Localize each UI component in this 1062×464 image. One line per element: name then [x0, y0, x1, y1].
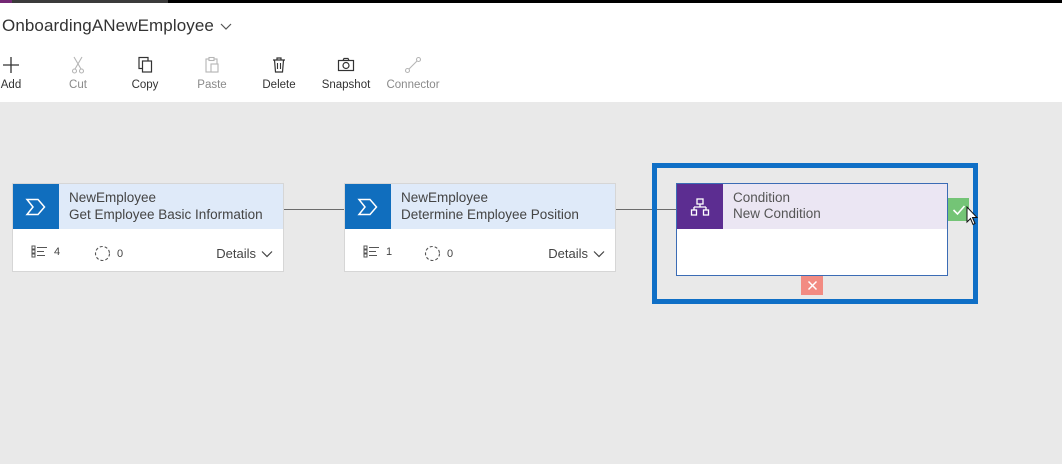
stage-card[interactable]: NewEmployee Determine Employee Position … — [344, 183, 616, 272]
condition-icon-box — [677, 184, 723, 229]
chevron-down-icon — [220, 23, 232, 30]
close-icon — [807, 280, 817, 291]
stage-header: NewEmployee Get Employee Basic Informati… — [13, 184, 283, 229]
details-toggle[interactable]: Details — [548, 246, 605, 261]
stage-name: Get Employee Basic Information — [69, 207, 263, 222]
process-title-dropdown[interactable]: OnboardingANewEmployee — [2, 16, 233, 36]
connector-icon — [404, 56, 422, 74]
add-label: Add — [0, 79, 22, 91]
trash-icon — [270, 56, 288, 74]
chevron-down-icon — [261, 250, 273, 257]
connector-label: Connector — [386, 79, 440, 91]
chevron-stage-icon — [25, 198, 46, 215]
mouse-cursor-icon — [966, 206, 978, 226]
steps-list-icon — [363, 245, 379, 258]
stage-connector-line — [283, 209, 345, 210]
camera-icon — [337, 56, 355, 74]
details-toggle[interactable]: Details — [216, 246, 273, 261]
stage-header: NewEmployee Determine Employee Position — [345, 184, 615, 229]
delete-button[interactable]: Delete — [249, 56, 309, 91]
copy-button[interactable]: Copy — [115, 56, 175, 91]
chevron-stage-icon — [357, 198, 378, 215]
copy-label: Copy — [131, 79, 159, 91]
stage-icon — [345, 184, 391, 229]
stage-footer: 4 0 Details — [13, 229, 283, 271]
checkmark-icon — [952, 204, 965, 215]
plus-icon — [2, 56, 20, 74]
refresh-circle-icon — [94, 245, 111, 262]
condition-header: Condition New Condition — [677, 184, 947, 229]
stage-entity: NewEmployee — [401, 190, 489, 205]
paste-button[interactable]: Paste — [182, 56, 242, 91]
no-branch-button[interactable] — [801, 276, 823, 295]
paste-label: Paste — [197, 79, 227, 91]
steps-value: 1 — [386, 245, 393, 258]
delete-label: Delete — [262, 79, 296, 91]
chevron-down-icon — [593, 250, 605, 257]
connector-button[interactable]: Connector — [383, 56, 443, 91]
stage-card[interactable]: NewEmployee Get Employee Basic Informati… — [12, 183, 284, 272]
details-label: Details — [548, 246, 588, 261]
branch-icon — [690, 197, 710, 216]
stage-entity: NewEmployee — [69, 190, 157, 205]
condition-type: Condition — [733, 190, 791, 205]
snapshot-button[interactable]: Snapshot — [316, 56, 376, 91]
snapshot-label: Snapshot — [321, 79, 371, 91]
refresh-circle-icon — [424, 245, 441, 262]
copy-icon — [136, 56, 154, 74]
workflow-count: 0 — [94, 245, 123, 262]
process-canvas[interactable]: NewEmployee Get Employee Basic Informati… — [0, 102, 1062, 464]
steps-value: 4 — [54, 245, 61, 258]
scissors-icon — [69, 56, 87, 74]
add-button[interactable]: Add — [0, 56, 41, 91]
workflow-value: 0 — [117, 247, 124, 260]
stage-icon — [13, 184, 59, 229]
designer-header: OnboardingANewEmployee Add Cut Copy Past… — [0, 3, 1062, 102]
workflow-value: 0 — [447, 247, 454, 260]
workflow-count: 0 — [424, 245, 453, 262]
stage-name: Determine Employee Position — [401, 207, 579, 222]
steps-list-icon — [31, 245, 47, 258]
cut-label: Cut — [69, 79, 87, 91]
steps-count: 1 — [363, 245, 392, 258]
stage-footer: 1 0 Details — [345, 229, 615, 271]
process-title: OnboardingANewEmployee — [2, 16, 214, 35]
steps-count: 4 — [31, 245, 60, 258]
paste-icon — [203, 56, 221, 74]
cut-button[interactable]: Cut — [48, 56, 108, 91]
condition-card[interactable]: Condition New Condition — [676, 183, 948, 276]
details-label: Details — [216, 246, 256, 261]
condition-name: New Condition — [733, 206, 821, 221]
